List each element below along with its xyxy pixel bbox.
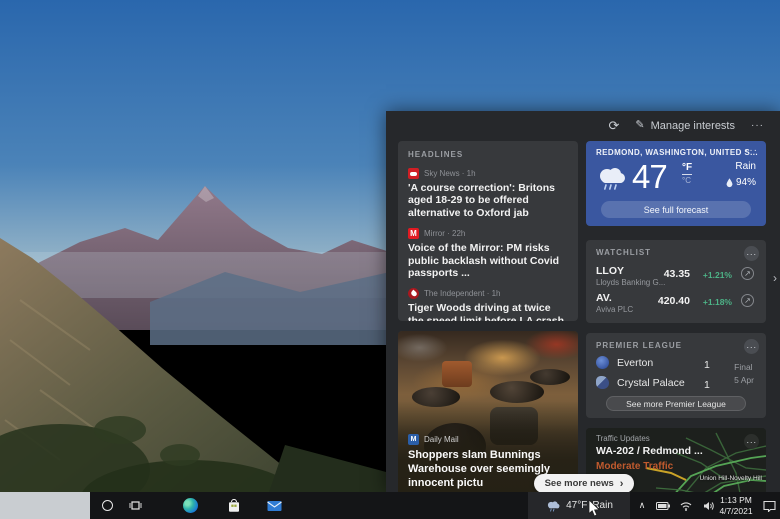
mail-icon [266, 500, 282, 511]
refresh-icon[interactable]: ⟳ [608, 119, 619, 132]
see-more-news-button[interactable]: See more news › [534, 474, 634, 492]
battery-icon [656, 501, 670, 510]
panel-header: ⟳ ✎ Manage interests ··· [608, 119, 764, 132]
clock-date: 4/7/2021 [719, 505, 753, 516]
news-item[interactable]: M Mirror · 22h Voice of the Mirror: PM r… [408, 228, 568, 279]
traffic-status: Moderate Traffic [596, 461, 674, 472]
store-icon [229, 498, 239, 512]
action-center-button[interactable] [758, 492, 780, 519]
task-view-button[interactable] [124, 492, 146, 519]
battery-button[interactable] [653, 492, 673, 519]
carousel-next-icon[interactable]: › [773, 271, 777, 285]
the-independent-icon [408, 288, 419, 300]
weather-more-icon[interactable]: ··· [745, 145, 758, 156]
stock-trend-icon[interactable]: ↗ [741, 294, 754, 307]
panel-more-icon[interactable]: ··· [751, 120, 764, 131]
story-source: Daily Mail [424, 435, 459, 444]
unit-fahrenheit-toggle[interactable]: °F [682, 163, 693, 175]
chevron-up-icon: ∧ [638, 500, 646, 510]
mail-button[interactable] [262, 492, 286, 519]
taskbar-cloud-icon [548, 500, 560, 512]
manage-interests-button[interactable]: ✎ Manage interests [635, 120, 735, 132]
news-and-interests-panel: ⟳ ✎ Manage interests ··· HEADLINES Sky N… [386, 111, 780, 492]
see-full-forecast-button[interactable]: See full forecast [601, 201, 751, 218]
pencil-icon: ✎ [635, 119, 645, 131]
team-row[interactable]: Crystal Palace [596, 376, 685, 389]
stock-row[interactable]: AV. Aviva PLC 420.40 +1.18% ↗ [596, 292, 758, 316]
everton-crest-icon [596, 356, 609, 369]
watchlist-more-icon[interactable]: ··· [744, 246, 759, 261]
match-status: Final 5 Apr [734, 362, 754, 385]
map-place-label: Union Hill-Novelty Hill [699, 475, 763, 482]
daily-mail-icon: M [408, 434, 419, 445]
story-card[interactable]: M Daily Mail Shoppers slam Bunnings Ware… [398, 331, 578, 492]
traffic-updates-label: Traffic Updates [596, 434, 650, 443]
cortana-icon [101, 500, 113, 511]
cortana-button[interactable] [96, 492, 118, 519]
weather-precip: 94% [726, 177, 756, 188]
taskbar: 47°F Rain ∧ 1:13 PM 4/7/2021 [0, 492, 780, 519]
unit-celsius-toggle[interactable]: °C [682, 177, 692, 185]
news-headline: Tiger Woods driving at twice the speed l… [408, 302, 567, 321]
watchlist-title: WATCHLIST [596, 248, 652, 257]
manage-interests-label: Manage interests [650, 119, 735, 132]
task-view-icon [128, 501, 142, 510]
droplet-icon [726, 177, 733, 187]
mouse-cursor [588, 500, 600, 517]
sports-more-icon[interactable]: ··· [744, 339, 759, 354]
store-button[interactable] [222, 492, 246, 519]
desktop: { "glyphs": { "refresh": "⟳", "pencil": … [0, 0, 780, 519]
mirror-icon: M [408, 228, 419, 240]
stock-trend-icon[interactable]: ↗ [741, 267, 754, 280]
taskbar-clock[interactable]: 1:13 PM 4/7/2021 [714, 495, 758, 516]
rain-cloud-icon [600, 168, 625, 190]
tray-expand-button[interactable]: ∧ [633, 492, 651, 519]
edge-button[interactable] [178, 492, 202, 519]
news-headline: Voice of the Mirror: PM risks public bac… [408, 242, 560, 279]
taskbar-search-box[interactable] [0, 492, 90, 519]
premier-league-card: PREMIER LEAGUE ··· Everton 1 Crystal Pal… [586, 333, 766, 418]
edge-icon [182, 498, 198, 513]
weather-temp: 47 [632, 158, 668, 195]
action-center-icon [762, 500, 776, 512]
headlines-card: HEADLINES Sky News · 1h 'A course correc… [398, 141, 578, 321]
team-row[interactable]: Everton [596, 356, 653, 369]
network-button[interactable] [676, 492, 696, 519]
wifi-icon [680, 501, 692, 511]
sky-news-icon [408, 168, 419, 179]
clock-time: 1:13 PM [720, 495, 752, 505]
news-item[interactable]: Sky News · 1h 'A course correction': Bri… [408, 168, 568, 219]
traffic-more-icon[interactable]: ··· [744, 434, 759, 449]
taskbar-weather-button[interactable]: 47°F Rain [528, 492, 630, 519]
traffic-road: WA-202 / Redmond ... [596, 445, 703, 457]
weather-condition: Rain [735, 161, 756, 172]
premier-league-title: PREMIER LEAGUE [596, 341, 683, 350]
chevron-right-icon: › [619, 477, 624, 490]
weather-location: REDMOND, WASHINGTON, UNITED S... [596, 148, 758, 157]
crystal-palace-crest-icon [596, 376, 609, 389]
see-more-premier-league-button[interactable]: See more Premier League [606, 396, 746, 411]
watchlist-card: WATCHLIST ··· LLOY Lloyds Banking G... 4… [586, 240, 766, 323]
taskbar-weather-temp: 47°F [566, 500, 588, 511]
weather-card[interactable]: REDMOND, WASHINGTON, UNITED S... ··· 47 … [586, 141, 766, 226]
headlines-title: HEADLINES [408, 150, 464, 159]
news-headline: 'A course correction': Britons aged 18-2… [408, 182, 555, 219]
news-item[interactable]: The Independent · 1h Tiger Woods driving… [408, 288, 568, 321]
stock-row[interactable]: LLOY Lloyds Banking G... 43.35 +1.21% ↗ [596, 265, 758, 289]
